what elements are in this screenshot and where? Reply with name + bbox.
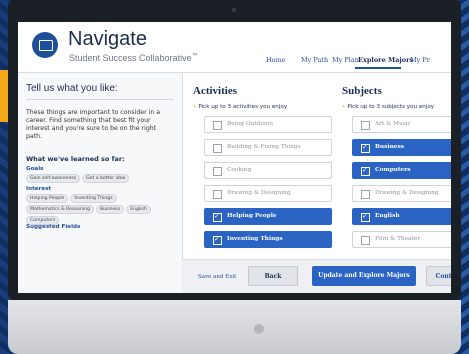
goals-chip-list: Gain self-awareness Get a better idea <box>26 174 176 185</box>
shield-logo-icon[interactable] <box>32 32 58 58</box>
option-label: Business <box>375 144 405 150</box>
activities-option[interactable]: Building & Fixing Things <box>204 139 332 156</box>
option-label: Film & Theater <box>375 236 421 242</box>
option-label: Drawing & Designing <box>375 190 439 196</box>
monitor-chin <box>8 300 461 354</box>
camera-icon <box>232 8 236 12</box>
option-label: Building & Fixing Things <box>227 144 301 150</box>
checkbox-icon[interactable] <box>361 190 370 199</box>
subjects-option[interactable]: Film & Theater <box>352 231 451 248</box>
subjects-option[interactable]: Computers <box>352 162 451 179</box>
footer-bar: Save and Exit Back Update and Explore Ma… <box>182 259 451 293</box>
brand-title: Navigate <box>68 28 147 50</box>
left-pane-intro: These things are important to consider i… <box>26 109 160 140</box>
goal-chip: Get a better idea <box>82 174 130 183</box>
bullet-icon: • <box>193 104 197 110</box>
interest-chip: English <box>126 205 151 214</box>
subjects-option[interactable]: Business <box>352 139 451 156</box>
bullet-icon: • <box>342 104 346 110</box>
goals-label: Goals <box>26 166 44 172</box>
option-label: Inventing Things <box>227 236 283 242</box>
subjects-prompt: • Pick up to 3 subjects you enjoy <box>342 104 435 110</box>
nav-home[interactable]: Home <box>266 56 286 64</box>
learned-heading: What we've learned so far: <box>26 155 125 163</box>
checkbox-icon[interactable] <box>361 143 370 153</box>
subjects-option[interactable]: English <box>352 208 451 225</box>
activities-option[interactable]: Drawing & Designing <box>204 185 332 202</box>
interest-chip: Mathematics & Reasoning <box>26 205 94 214</box>
checkbox-icon[interactable] <box>213 144 222 153</box>
activities-title: Activities <box>193 85 237 97</box>
option-label: Computers <box>375 167 411 173</box>
app-header: Navigate Student Success Collaborative™ … <box>18 22 451 73</box>
option-label: Being Outdoors <box>227 121 274 127</box>
save-and-exit-link[interactable]: Save and Exit <box>198 274 236 280</box>
left-pane: Tell us what you like: These things are … <box>18 73 183 293</box>
checkbox-icon[interactable] <box>213 167 222 176</box>
checkbox-icon[interactable] <box>361 166 370 176</box>
activities-option[interactable]: Helping People <box>204 208 332 225</box>
interest-chip: Business <box>95 205 125 214</box>
suggested-fields-label: Suggested Fields <box>26 224 81 230</box>
update-explore-majors-button[interactable]: Update and Explore Majors <box>312 266 416 286</box>
nav-explore-majors[interactable]: Explore Majors <box>358 56 413 64</box>
interest-label: Interest <box>26 186 52 192</box>
brand-tagline: Student Success Collaborative™ <box>69 53 198 63</box>
option-label: Cooking <box>227 167 252 173</box>
goal-chip: Gain self-awareness <box>26 174 81 183</box>
checkbox-icon[interactable] <box>361 236 370 245</box>
logo-book-icon <box>39 40 53 51</box>
interest-chip: Helping People <box>26 194 69 203</box>
nav-my-plan[interactable]: My Plan <box>332 56 359 64</box>
activities-prompt: • Pick up to 3 activities you enjoy <box>193 104 288 110</box>
option-label: Drawing & Designing <box>227 190 291 196</box>
interest-chip: Inventing Things <box>70 194 117 203</box>
option-label: Art & Music <box>375 121 411 127</box>
interest-chip-list: Helping People Inventing Things Mathemat… <box>26 194 176 227</box>
option-label: English <box>375 213 400 219</box>
option-label: Helping People <box>227 213 277 219</box>
checkbox-icon[interactable] <box>361 121 370 130</box>
left-pane-title: Tell us what you like: <box>26 83 118 94</box>
checkbox-icon[interactable] <box>213 212 222 222</box>
monitor-logo-icon <box>254 324 264 334</box>
back-button[interactable]: Back <box>248 266 298 286</box>
activities-option[interactable]: Being Outdoors <box>204 116 332 133</box>
checkbox-icon[interactable] <box>213 190 222 199</box>
nav-my-profile[interactable]: My Pr <box>410 56 430 64</box>
nav-active-indicator <box>355 67 401 69</box>
subjects-option[interactable]: Drawing & Designing <box>352 185 451 202</box>
continue-button[interactable]: Continue <box>426 266 451 286</box>
checkbox-icon[interactable] <box>213 121 222 130</box>
checkbox-icon[interactable] <box>213 235 222 245</box>
subjects-option[interactable]: Art & Music <box>352 116 451 133</box>
checkbox-icon[interactable] <box>361 212 370 222</box>
activities-option[interactable]: Cooking <box>204 162 332 179</box>
divider <box>26 99 174 100</box>
app-screen: Navigate Student Success Collaborative™ … <box>18 22 451 293</box>
activities-option[interactable]: Inventing Things <box>204 231 332 248</box>
nav-my-path[interactable]: My Path <box>301 56 328 64</box>
subjects-title: Subjects <box>342 85 382 97</box>
